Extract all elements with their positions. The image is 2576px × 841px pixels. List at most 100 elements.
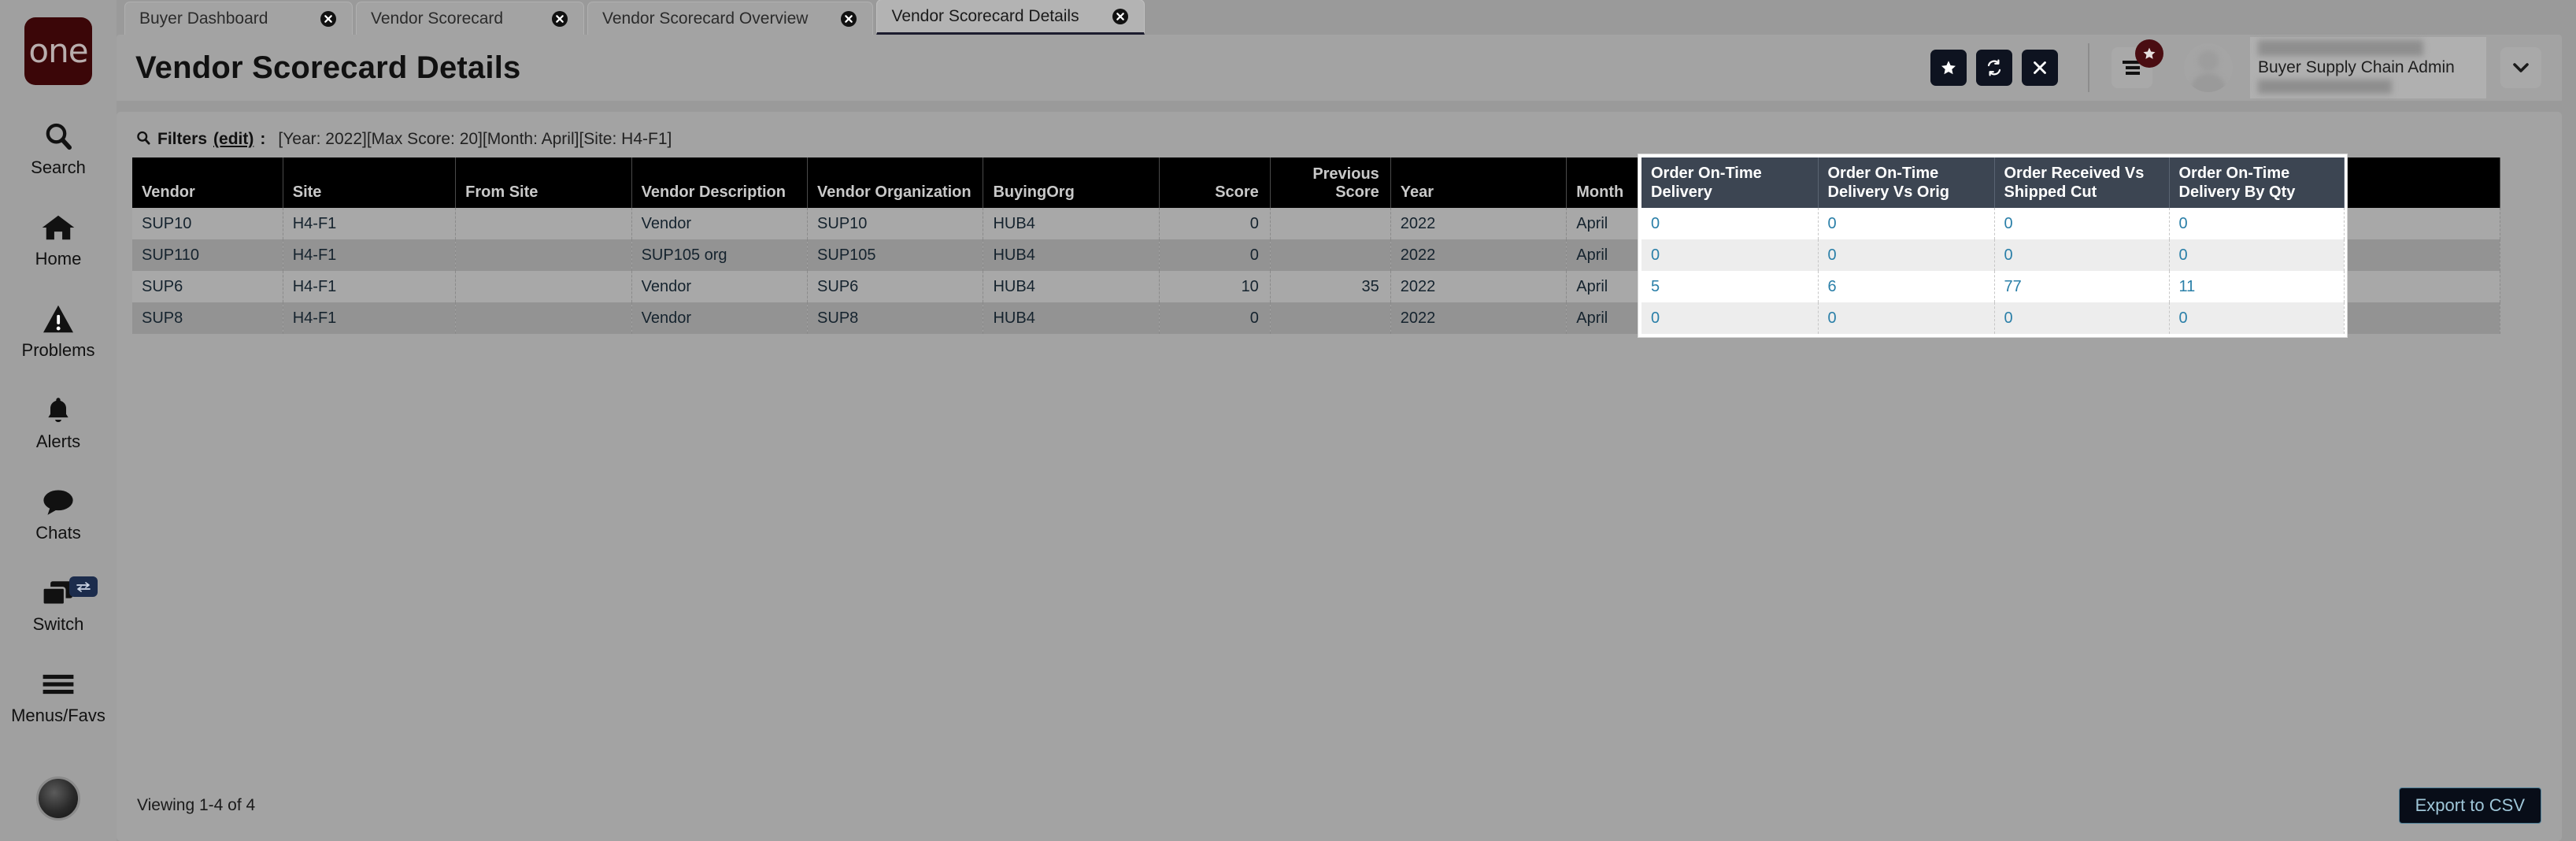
- tab-vendor-scorecard-overview[interactable]: Vendor Scorecard Overview: [587, 2, 874, 35]
- close-icon[interactable]: [1111, 7, 1130, 26]
- column-header-order-on-time-delivery[interactable]: Order On-Time Delivery: [1641, 157, 1819, 209]
- column-header-site[interactable]: Site: [283, 157, 457, 208]
- cell-otd-by-qty: 0: [2169, 239, 2345, 272]
- star-icon: [1941, 61, 1956, 75]
- cell-prev-score: [1270, 239, 1391, 271]
- cell-site: H4-F1: [283, 302, 457, 334]
- cell-otd-by-qty: 11: [2169, 271, 2345, 303]
- cell-year: 2022: [1390, 208, 1567, 239]
- cell-recv-vs-cut: 0: [1994, 208, 2170, 240]
- sidebar-item-label: Problems: [21, 340, 95, 360]
- cell-vendor-desc: Vendor: [631, 208, 809, 239]
- tab-strip: Buyer Dashboard Vendor Scorecard Vendor …: [117, 0, 2562, 35]
- cell-from-site: [455, 302, 632, 334]
- cell-prev-score: [1270, 208, 1391, 239]
- cell-site: H4-F1: [283, 239, 457, 271]
- metric-row[interactable]: 0 0 0 0: [1641, 239, 2345, 272]
- cell-score: 0: [1159, 208, 1271, 239]
- sidebar-item-label: Home: [35, 249, 82, 269]
- left-sidebar: one Search Home Problems Alerts Chats Sw…: [0, 0, 117, 841]
- sidebar-item-problems[interactable]: Problems: [0, 299, 117, 361]
- refresh-icon: [1987, 59, 2001, 76]
- tab-label: Vendor Scorecard Overview: [602, 9, 809, 28]
- cell-otd-by-qty: 0: [2169, 302, 2345, 335]
- column-header-previous-score[interactable]: Previous Score: [1270, 157, 1391, 208]
- column-header-vendor[interactable]: Vendor: [132, 157, 283, 208]
- tab-vendor-scorecard-details[interactable]: Vendor Scorecard Details: [876, 0, 1145, 35]
- filters-values: [Year: 2022][Max Score: 20][Month: April…: [278, 130, 672, 148]
- avatar[interactable]: [2184, 43, 2233, 92]
- cell-vendor-desc: SUP105 org: [631, 239, 809, 271]
- column-header-from-site[interactable]: From Site: [455, 157, 632, 208]
- viewing-count: Viewing 1-4 of 4: [137, 796, 256, 814]
- cell-otd: 0: [1641, 239, 1819, 272]
- sidebar-item-menus-favs[interactable]: Menus/Favs: [0, 665, 117, 726]
- sidebar-item-chats[interactable]: Chats: [0, 482, 117, 543]
- cell-vendor-org: SUP6: [807, 271, 984, 302]
- close-icon[interactable]: [319, 9, 338, 28]
- cell-site: H4-F1: [283, 271, 457, 302]
- column-header-order-received-vs-shipped-cut[interactable]: Order Received Vs Shipped Cut: [1994, 157, 2170, 209]
- favorite-button[interactable]: [1930, 50, 1967, 86]
- x-icon: [2034, 61, 2046, 74]
- menu-button[interactable]: [2112, 39, 2163, 88]
- cell-vendor-desc: Vendor: [631, 302, 809, 334]
- cell-vendor: SUP8: [132, 302, 283, 334]
- close-icon[interactable]: [839, 9, 858, 28]
- tab-buyer-dashboard[interactable]: Buyer Dashboard: [124, 2, 353, 35]
- cell-otd-vs-orig: 6: [1818, 271, 1995, 303]
- switch-badge[interactable]: [69, 576, 98, 597]
- cell-buyingorg: HUB4: [983, 239, 1160, 271]
- one-network-logo[interactable]: one: [24, 17, 92, 85]
- refresh-button[interactable]: [1976, 50, 2012, 86]
- sidebar-item-home[interactable]: Home: [0, 208, 117, 269]
- metric-columns-table: Order On-Time Delivery Order On-Time Del…: [1641, 157, 2345, 335]
- cell-recv-vs-cut: 0: [1994, 239, 2170, 272]
- filters-bar: Filters (edit) : [Year: 2022][Max Score:…: [132, 126, 2546, 153]
- cell-otd-vs-orig: 0: [1818, 208, 1995, 240]
- cell-vendor-desc: Vendor: [631, 271, 809, 302]
- cell-vendor-org: SUP8: [807, 302, 984, 334]
- data-table-wrapper: Vendor Site From Site Vendor Description…: [132, 154, 2546, 338]
- cell-from-site: [455, 239, 632, 271]
- export-to-csv-button[interactable]: Export to CSV: [2398, 787, 2541, 824]
- cell-otd: 0: [1641, 208, 1819, 240]
- cell-site: H4-F1: [283, 208, 457, 239]
- cell-score: 10: [1159, 271, 1271, 302]
- cell-from-site: [455, 208, 632, 239]
- cell-otd-vs-orig: 0: [1818, 302, 1995, 335]
- column-header-order-on-time-delivery-by-qty[interactable]: Order On-Time Delivery By Qty: [2169, 157, 2345, 209]
- filters-edit-link[interactable]: (edit): [213, 130, 254, 149]
- cell-otd: 5: [1641, 271, 1819, 303]
- column-header-year[interactable]: Year: [1390, 157, 1567, 208]
- column-header-order-on-time-delivery-vs-orig[interactable]: Order On-Time Delivery Vs Orig: [1818, 157, 1995, 209]
- column-header-vendor-organization[interactable]: Vendor Organization: [807, 157, 984, 208]
- sidebar-item-label: Search: [31, 157, 86, 177]
- close-button[interactable]: [2022, 50, 2058, 86]
- column-header-buyingorg[interactable]: BuyingOrg: [983, 157, 1160, 208]
- cell-vendor: SUP10: [132, 208, 283, 239]
- filters-label: Filters: [157, 130, 208, 148]
- logo-text: one: [28, 31, 88, 70]
- close-icon[interactable]: [550, 9, 569, 28]
- column-header-score[interactable]: Score: [1159, 157, 1271, 208]
- star-icon: [2143, 47, 2156, 59]
- cell-recv-vs-cut: 77: [1994, 271, 2170, 303]
- user-name-redacted: [2258, 40, 2423, 56]
- sidebar-item-alerts[interactable]: Alerts: [0, 391, 117, 452]
- user-org-redacted: [2258, 80, 2392, 94]
- user-menu-button[interactable]: [2500, 47, 2541, 88]
- sidebar-item-search[interactable]: Search: [0, 117, 117, 178]
- cell-vendor: SUP110: [132, 239, 283, 271]
- page-header-actions: Buyer Supply Chain Admin: [1921, 37, 2541, 98]
- sidebar-item-label: Menus/Favs: [11, 706, 105, 725]
- metric-row[interactable]: 5 6 77 11: [1641, 271, 2345, 303]
- column-header-vendor-description[interactable]: Vendor Description: [631, 157, 809, 208]
- sidebar-avatar[interactable]: [36, 776, 80, 821]
- metric-row[interactable]: 0 0 0 0: [1641, 302, 2345, 335]
- tab-vendor-scorecard[interactable]: Vendor Scorecard: [356, 2, 584, 35]
- metric-row[interactable]: 0 0 0 0: [1641, 208, 2345, 240]
- sidebar-item-switch[interactable]: Switch: [0, 573, 117, 635]
- sidebar-item-label: Chats: [35, 523, 81, 543]
- user-info: Buyer Supply Chain Admin: [2250, 37, 2486, 98]
